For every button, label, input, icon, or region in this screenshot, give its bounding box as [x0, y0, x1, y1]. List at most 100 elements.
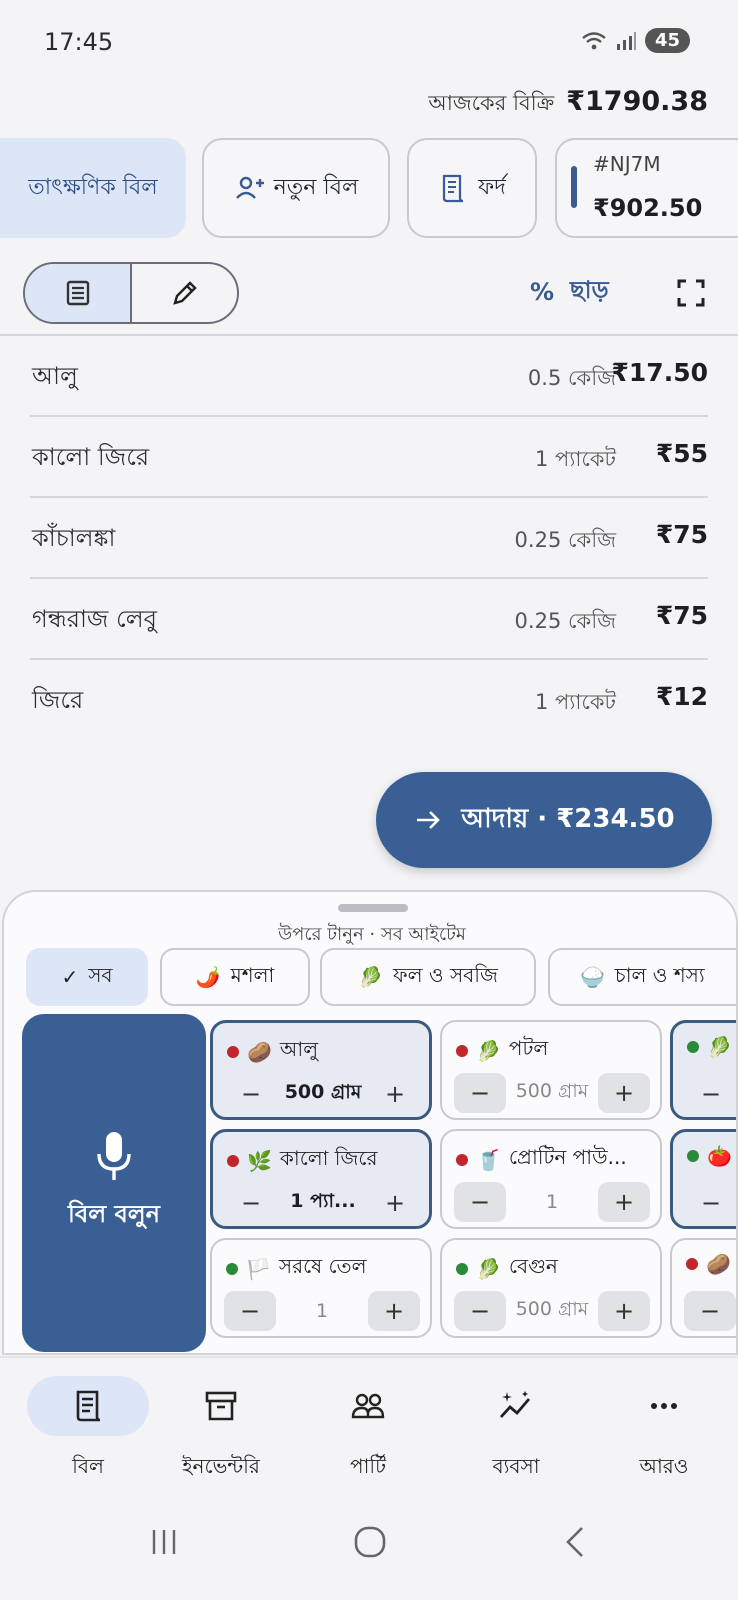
decrease-button[interactable]: −: [225, 1074, 277, 1114]
held-bill-indicator: [571, 166, 577, 208]
stock-dot: [456, 1153, 468, 1166]
collect-payment-label: আদায় · ₹234.50: [461, 804, 675, 834]
decrease-button[interactable]: −: [225, 1183, 277, 1223]
stock-dot: [226, 1262, 238, 1275]
today-sales: আজকের বিক্রি ₹1790.38: [428, 86, 708, 122]
increase-button[interactable]: +: [369, 1074, 421, 1114]
tab-instant-bill[interactable]: তাৎক্ষণিক বিল: [0, 138, 186, 238]
tomato-icon: 🍅: [707, 1144, 732, 1168]
home-button[interactable]: [340, 1512, 400, 1572]
product-card[interactable]: 🌿 কালো জিরে − 1 প্যা... +: [210, 1129, 432, 1229]
increase-button[interactable]: +: [369, 1183, 421, 1223]
list-view-button[interactable]: [25, 264, 132, 322]
item-name: জিরে: [32, 686, 84, 714]
product-card[interactable]: 🏳️ সরষে তেল − 1 +: [210, 1238, 432, 1338]
drag-handle[interactable]: [338, 904, 408, 912]
decrease-button[interactable]: −: [684, 1291, 736, 1331]
quantity-stepper: −: [684, 1290, 736, 1332]
bill-items-list: আলু 0.5 কেজি ₹17.50 কালো জিরে 1 প্যাকেট …: [30, 336, 708, 741]
bill-item-row[interactable]: গন্ধরাজ লেবু 0.25 কেজি ₹75: [30, 579, 708, 660]
fullscreen-icon[interactable]: [676, 278, 706, 308]
bill-item-row[interactable]: কাঁচালঙ্কা 0.25 কেজি ₹75: [30, 498, 708, 579]
decrease-button[interactable]: −: [685, 1074, 736, 1114]
item-name: কাঁচালঙ্কা: [32, 524, 116, 552]
item-name: কালো জিরে: [32, 443, 150, 471]
nav-item-inventory[interactable]: ইনভেন্টরি: [151, 1376, 291, 1485]
pencil-icon: [172, 281, 197, 305]
category-chip-grains[interactable]: 🍚 চাল ও শস্য: [548, 948, 736, 1006]
leafy-green-icon: 🥬: [476, 1256, 501, 1281]
category-chip-spices[interactable]: 🌶️ মশলা: [160, 948, 310, 1006]
nav-item-party[interactable]: পার্টি: [298, 1376, 438, 1485]
view-mode-toggle: [23, 262, 239, 324]
increase-button[interactable]: +: [598, 1291, 650, 1331]
product-card[interactable]: 🥬 পটল − 500 গ্রাম +: [440, 1020, 662, 1120]
category-chip-vegetables[interactable]: 🥬 ফল ও সবজি: [320, 948, 536, 1006]
increase-button[interactable]: +: [368, 1291, 420, 1331]
nav-item-business[interactable]: ব্যবসা: [446, 1376, 586, 1485]
nav-inventory-label: ইনভেন্টরি: [182, 1454, 260, 1478]
bill-tabs: তাৎক্ষণিক বিল নতুন বিল ফর্দ #NJ7M ₹902.5…: [0, 138, 738, 238]
nav-bill-label: বিল: [72, 1454, 104, 1478]
decrease-button[interactable]: −: [224, 1291, 276, 1331]
product-card[interactable]: 🥔 −: [670, 1238, 736, 1338]
battery-badge: 45: [644, 28, 690, 53]
quantity-value: 1 প্যা...: [290, 1190, 356, 1212]
product-card[interactable]: 🥬 বেগুন − 500 গ্রাম +: [440, 1238, 662, 1338]
status-time: 17:45: [44, 28, 114, 56]
increase-button[interactable]: +: [598, 1182, 650, 1222]
nav-more-icon-wrap: [603, 1376, 725, 1436]
more-dots-icon: [651, 1403, 677, 1409]
bill-item-row[interactable]: জিরে 1 প্যাকেট ₹12: [30, 660, 708, 741]
system-navigation: [0, 1482, 738, 1600]
quantity-stepper: − 500 গ্রাম +: [225, 1073, 421, 1115]
leafy-green-icon: 🥬: [476, 1038, 501, 1063]
quantity-stepper: −: [685, 1182, 736, 1224]
quantity-stepper: − 1 +: [454, 1181, 650, 1223]
back-button[interactable]: [546, 1512, 606, 1572]
product-card[interactable]: 🍅 −: [670, 1129, 736, 1229]
today-sales-value: ₹1790.38: [566, 86, 708, 117]
status-bar: 17:45 45: [0, 0, 738, 84]
item-name: গন্ধরাজ লেবু: [32, 605, 157, 633]
stock-dot: [227, 1154, 239, 1167]
stock-dot: [456, 1044, 468, 1057]
nav-party-icon-wrap: [307, 1376, 429, 1436]
wifi-icon: [582, 31, 606, 49]
category-chip-all[interactable]: ✓ সব: [26, 948, 148, 1006]
item-price: ₹12: [655, 682, 708, 711]
collect-payment-button[interactable]: আদায় · ₹234.50: [376, 772, 712, 868]
item-price: ₹55: [655, 439, 708, 468]
stock-dot: [686, 1258, 698, 1270]
product-card[interactable]: 🥬 −: [670, 1020, 736, 1120]
tab-list[interactable]: ফর্দ: [407, 138, 537, 238]
stock-dot: [456, 1262, 468, 1275]
voice-bill-button[interactable]: বিল বলুন: [22, 1014, 206, 1352]
product-card[interactable]: 🥔 আলু − 500 গ্রাম +: [210, 1020, 432, 1120]
quantity-stepper: − 1 প্যা... +: [225, 1182, 421, 1224]
bill-item-row[interactable]: কালো জিরে 1 প্যাকেট ₹55: [30, 417, 708, 498]
edit-view-button[interactable]: [132, 264, 237, 322]
nav-item-bill[interactable]: বিল: [18, 1376, 158, 1485]
decrease-button[interactable]: −: [685, 1183, 736, 1223]
held-bill-card[interactable]: #NJ7M ₹902.50: [555, 138, 738, 238]
increase-button[interactable]: +: [598, 1073, 650, 1113]
item-name: আলু: [32, 362, 78, 390]
status-icons: 45: [581, 28, 690, 53]
nav-item-more[interactable]: আরও: [594, 1376, 734, 1485]
product-card[interactable]: 🥤 প্রোটিন পাউ... − 1 +: [440, 1129, 662, 1229]
stock-dot: [687, 1041, 699, 1053]
tab-new-bill[interactable]: নতুন বিল: [202, 138, 390, 238]
item-price: ₹17.50: [611, 358, 708, 387]
decrease-button[interactable]: −: [454, 1182, 506, 1222]
decrease-button[interactable]: −: [454, 1073, 506, 1113]
discount-label: ছাড়: [570, 276, 609, 304]
chili-icon: 🌶️: [195, 965, 221, 989]
decrease-button[interactable]: −: [454, 1291, 506, 1331]
item-qty: 1 প্যাকেট: [534, 690, 616, 714]
discount-button[interactable]: % ছাড়: [530, 272, 609, 312]
bill-item-row[interactable]: আলু 0.5 কেজি ₹17.50: [30, 336, 708, 417]
recent-apps-button[interactable]: [134, 1512, 194, 1572]
category-label: চাল ও শস্য: [614, 962, 705, 987]
quantity-stepper: − 1 +: [224, 1290, 420, 1332]
